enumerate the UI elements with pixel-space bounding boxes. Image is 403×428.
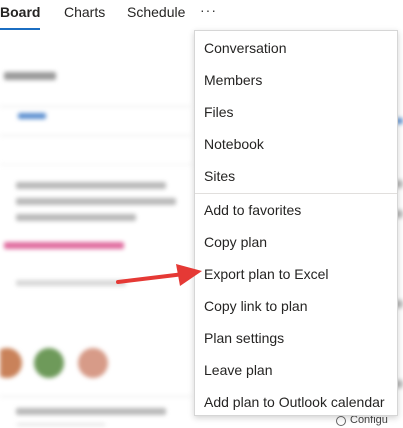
active-tab-underline bbox=[0, 28, 40, 30]
avatar bbox=[34, 348, 64, 378]
avatar bbox=[0, 348, 22, 378]
menu-item-add-to-favorites[interactable]: Add to favorites bbox=[195, 195, 397, 225]
task-label-line bbox=[4, 242, 124, 249]
plan-tab-bar: Board Charts Schedule ··· bbox=[0, 0, 403, 32]
task-meta-line bbox=[16, 280, 126, 286]
add-task-placeholder bbox=[18, 113, 46, 119]
arrow-shaft bbox=[116, 272, 186, 284]
menu-item-notebook[interactable]: Notebook bbox=[195, 129, 397, 159]
menu-item-members[interactable]: Members bbox=[195, 65, 397, 95]
menu-item-copy-plan[interactable]: Copy plan bbox=[195, 227, 397, 257]
red-arrow-annotation bbox=[116, 264, 202, 286]
task-card-line bbox=[16, 214, 136, 221]
tab-schedule[interactable]: Schedule bbox=[127, 4, 185, 20]
task-card-line bbox=[16, 198, 176, 205]
task-card-line bbox=[16, 408, 166, 415]
add-task-row bbox=[0, 106, 190, 136]
menu-divider bbox=[195, 193, 397, 194]
menu-item-conversation[interactable]: Conversation bbox=[195, 33, 397, 63]
task-card-line bbox=[16, 182, 166, 189]
menu-item-copy-link-to-plan[interactable]: Copy link to plan bbox=[195, 291, 397, 321]
card-separator bbox=[0, 396, 192, 397]
menu-item-files[interactable]: Files bbox=[195, 97, 397, 127]
plan-more-menu: Conversation Members Files Notebook Site… bbox=[194, 30, 398, 416]
arrow-head bbox=[176, 264, 202, 286]
menu-item-plan-settings[interactable]: Plan settings bbox=[195, 323, 397, 353]
menu-item-add-plan-to-outlook-calendar[interactable]: Add plan to Outlook calendar bbox=[195, 387, 397, 417]
bucket-title-placeholder bbox=[4, 72, 56, 80]
menu-item-leave-plan[interactable]: Leave plan bbox=[195, 355, 397, 385]
tab-charts[interactable]: Charts bbox=[64, 4, 105, 20]
menu-item-sites[interactable]: Sites bbox=[195, 161, 397, 191]
avatar bbox=[78, 348, 108, 378]
ellipsis-icon[interactable]: ··· bbox=[200, 2, 217, 18]
menu-item-export-plan-to-excel[interactable]: Export plan to Excel bbox=[195, 259, 397, 289]
tab-board[interactable]: Board bbox=[0, 4, 40, 20]
